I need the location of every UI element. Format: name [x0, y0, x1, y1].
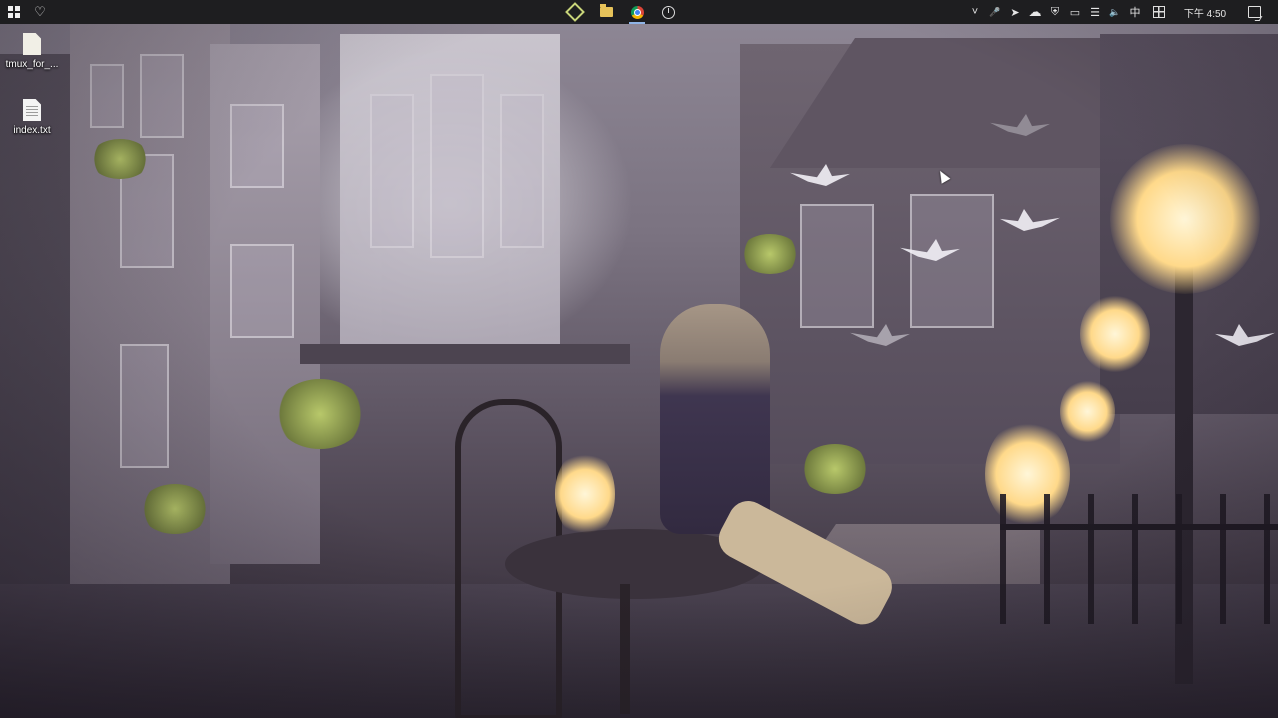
ime-grid-button[interactable]: [1150, 0, 1168, 24]
ime-grid-icon: [1153, 6, 1165, 18]
taskbar-file-explorer[interactable]: [595, 0, 617, 24]
taskbar-chrome[interactable]: [626, 0, 648, 24]
microphone-icon[interactable]: 🎤: [986, 0, 1004, 24]
battery-icon[interactable]: ▭: [1066, 0, 1084, 24]
wallpaper-vignette: [0, 24, 1278, 718]
taskbar-clock-app[interactable]: [657, 0, 679, 24]
windows-logo-icon: [8, 6, 20, 18]
send-icon[interactable]: ➤: [1006, 0, 1024, 24]
desktop-icon-label: tmux_for_...: [5, 59, 59, 70]
file-explorer-icon: [599, 4, 613, 17]
text-file-icon: [23, 99, 41, 121]
taskbar-app-diamond[interactable]: [564, 0, 586, 24]
onedrive-cloud-icon[interactable]: ☁: [1026, 0, 1044, 24]
heart-icon[interactable]: ♡: [30, 0, 50, 24]
taskbar: ♡ ˅ 🎤 ➤ ☁ ⛨ ▭ ☰ 🔈 中 下午 4:50: [0, 0, 1278, 24]
taskbar-clock[interactable]: 下午 4:50: [1176, 0, 1234, 24]
desktop-icon-label: index.txt: [13, 125, 51, 136]
notification-icon: [1247, 6, 1261, 18]
clock-app-icon: [661, 5, 675, 19]
desktop-wallpaper: [0, 24, 1278, 718]
volume-icon[interactable]: 🔈: [1106, 0, 1124, 24]
security-shield-icon[interactable]: ⛨: [1046, 0, 1064, 24]
desktop-icon-index-txt[interactable]: index.txt: [0, 99, 64, 136]
start-button[interactable]: [0, 0, 28, 24]
action-center-button[interactable]: [1242, 0, 1266, 24]
show-hidden-icons-chevron-icon[interactable]: ˅: [966, 0, 984, 24]
generic-file-icon: [23, 33, 41, 55]
desktop-icon-tmux[interactable]: tmux_for_...: [0, 33, 64, 70]
app-diamond-icon: [565, 2, 585, 22]
wifi-icon[interactable]: ☰: [1086, 0, 1104, 24]
chrome-icon: [630, 5, 644, 19]
ime-language-indicator[interactable]: 中: [1126, 0, 1144, 24]
